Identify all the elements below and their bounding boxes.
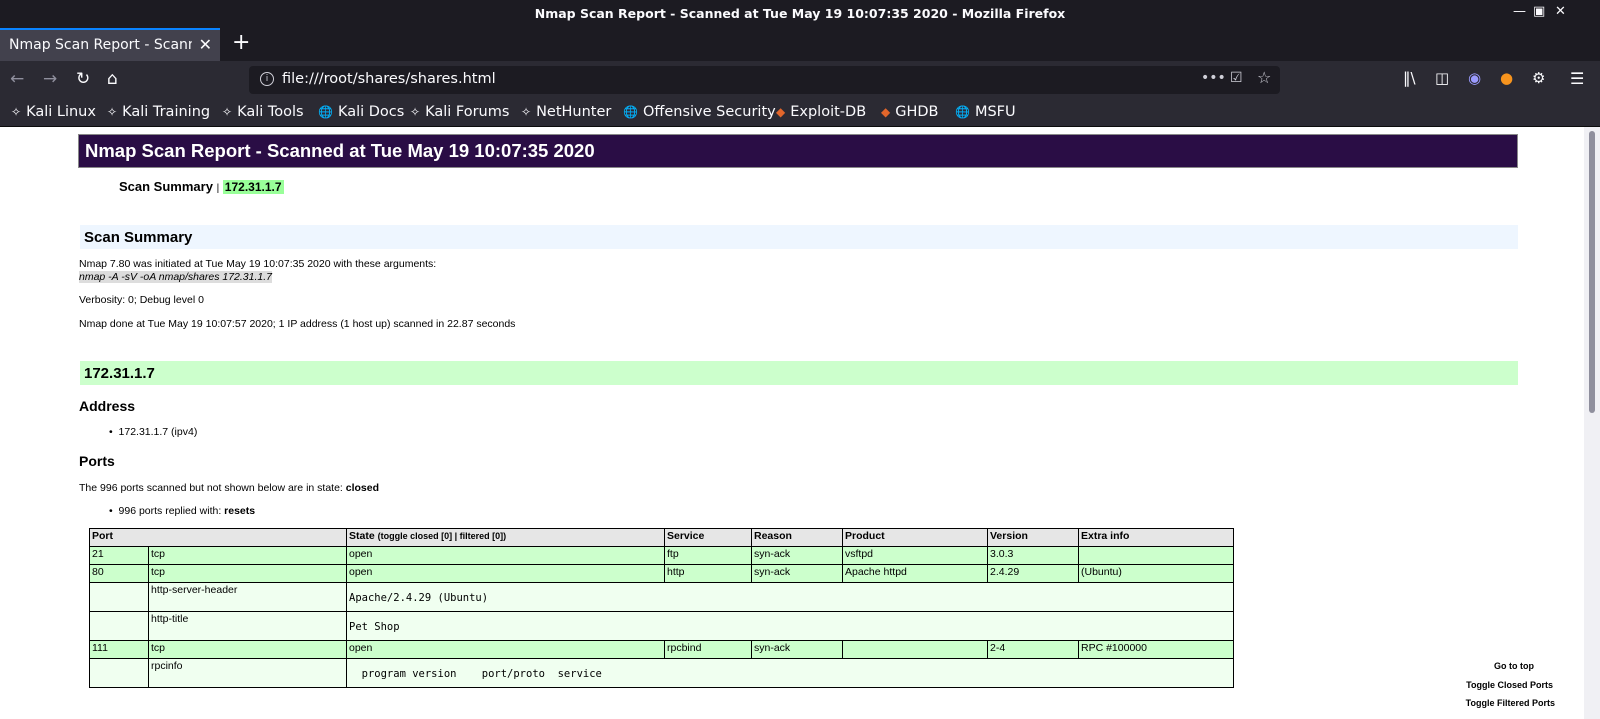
globe-icon: 🌐 — [318, 105, 333, 119]
script-row: http-title Pet Shop — [89, 611, 1234, 641]
page-content: Nmap Scan Report - Scanned at Tue May 19… — [0, 127, 1584, 719]
table-row: 111 tcp open rpcbind syn-ack 2-4 RPC #10… — [89, 640, 1234, 659]
close-tab-icon[interactable]: ✕ — [199, 35, 212, 54]
window-title: Nmap Scan Report - Scanned at Tue May 19… — [534, 6, 1066, 21]
address-heading: Address — [79, 398, 136, 414]
minimize-icon[interactable]: — — [1513, 4, 1526, 19]
summary-nav: Scan Summary | 172.31.1.7 — [119, 179, 284, 194]
scan-summary-link[interactable]: Scan Summary — [119, 179, 213, 194]
tab-label: Nmap Scan Report - Scanned at Tue May 19… — [9, 37, 192, 53]
address-item: • 172.31.1.7 (ipv4) — [109, 426, 198, 438]
host-title: 172.31.1.7 — [80, 361, 1518, 385]
forward-icon[interactable]: → — [43, 69, 57, 89]
script-row: http-server-header Apache/2.4.29 (Ubuntu… — [89, 582, 1234, 612]
kali-dragon-icon: ✧ — [107, 105, 118, 119]
toggle-filtered-ports-link[interactable]: Toggle Filtered Ports — [1405, 698, 1555, 708]
bookmark-msfu[interactable]: 🌐 MSFU — [955, 104, 1016, 120]
reload-icon[interactable]: ↻ — [76, 69, 90, 89]
bookmark-star-icon[interactable]: ☆ — [1257, 68, 1271, 87]
bookmarks-toolbar: ✧ Kali Linux ✧ Kali Training ✧ Kali Tools 🌐… — [0, 100, 1600, 127]
close-window-icon[interactable]: ✕ — [1555, 4, 1566, 19]
bookmark-offensive-security[interactable]: 🌐 Offensive Security — [623, 104, 776, 120]
tab-strip: Nmap Scan Report - Scanned at Tue May 19… — [0, 28, 1600, 61]
menu-icon[interactable]: ☰ — [1570, 69, 1584, 88]
script-output: Pet Shop — [349, 621, 400, 633]
col-state: State (toggle closed [0] | filtered [0]) — [346, 528, 665, 547]
kali-dragon-icon: ✧ — [222, 105, 233, 119]
script-row: rpcinfo program version port/proto servi… — [89, 658, 1234, 688]
back-icon[interactable]: ← — [10, 69, 24, 89]
ports-heading: Ports — [79, 453, 115, 469]
kali-dragon-icon: ✧ — [410, 105, 421, 119]
scrollbar-thumb[interactable] — [1589, 131, 1595, 413]
state-toggle-links[interactable]: (toggle closed [0] | filtered [0]) — [378, 531, 507, 541]
summary-separator: | — [216, 183, 220, 194]
host-ip-link[interactable]: 172.31.1.7 — [222, 180, 284, 194]
col-service: Service — [664, 528, 752, 547]
url-bar[interactable]: i file:///root/shares/shares.html ••• ☑ … — [249, 66, 1280, 94]
col-reason: Reason — [751, 528, 843, 547]
table-row: 21 tcp open ftp syn-ack vsftpd 3.0.3 — [89, 546, 1234, 565]
bookmark-exploit-db[interactable]: ◆ Exploit-DB — [776, 104, 866, 120]
active-tab[interactable]: Nmap Scan Report - Scanned at Tue May 19… — [0, 28, 220, 61]
url-text[interactable]: file:///root/shares/shares.html — [282, 71, 496, 87]
bookmark-ghdb[interactable]: ◆ GHDB — [881, 104, 939, 120]
sidebar-icon[interactable]: ◫ — [1435, 69, 1449, 87]
new-tab-icon[interactable]: + — [232, 30, 250, 55]
toggle-closed-ports-link[interactable]: Toggle Closed Ports — [1403, 680, 1553, 690]
bookmark-nethunter[interactable]: ✧ NetHunter — [521, 104, 611, 120]
report-header: Nmap Scan Report - Scanned at Tue May 19… — [78, 134, 1518, 168]
table-header-row: Port State (toggle closed [0] | filtered… — [89, 528, 1234, 547]
navigation-toolbar: ← → ↻ ⌂ i file:///root/shares/shares.htm… — [0, 61, 1600, 100]
globe-icon: 🌐 — [955, 105, 970, 119]
scan-arguments: nmap -A -sV -oA nmap/shares 172.31.1.7 — [79, 271, 272, 283]
done-line: Nmap done at Tue May 19 10:07:57 2020; 1… — [79, 318, 516, 330]
page-scrollbar[interactable] — [1584, 127, 1600, 719]
site-info-icon[interactable]: i — [260, 72, 274, 86]
ports-reply-item: • 996 ports replied with: resets — [109, 505, 256, 517]
firefox-account-icon[interactable]: ● — [1500, 69, 1513, 87]
maximize-icon[interactable]: ▣ — [1533, 4, 1545, 19]
col-product: Product — [842, 528, 988, 547]
script-output: program version port/proto service — [349, 668, 602, 680]
bookmark-kali-forums[interactable]: ✧ Kali Forums — [410, 104, 509, 120]
kali-dragon-icon: ✧ — [521, 105, 532, 119]
pocket-icon[interactable]: ☑ — [1230, 70, 1243, 86]
bookmark-kali-tools[interactable]: ✧ Kali Tools — [222, 104, 304, 120]
exploitdb-icon: ◆ — [881, 105, 891, 119]
home-icon[interactable]: ⌂ — [107, 69, 118, 89]
bookmark-kali-docs[interactable]: 🌐 Kali Docs — [318, 104, 404, 120]
page-actions-icon[interactable]: ••• — [1201, 70, 1226, 86]
kali-dragon-icon: ✧ — [11, 105, 22, 119]
library-icon[interactable]: ‖\ — [1403, 69, 1416, 87]
col-extra: Extra info — [1078, 528, 1234, 547]
verbosity-line: Verbosity: 0; Debug level 0 — [79, 294, 204, 306]
window-titlebar: Nmap Scan Report - Scanned at Tue May 19… — [0, 0, 1600, 28]
table-row: 80 tcp open http syn-ack Apache httpd 2.… — [89, 564, 1234, 583]
scan-summary-title: Scan Summary — [80, 225, 1518, 249]
col-version: Version — [987, 528, 1079, 547]
bookmark-kali-training[interactable]: ✧ Kali Training — [107, 104, 210, 120]
globe-icon: 🌐 — [623, 105, 638, 119]
exploitdb-icon: ◆ — [776, 105, 786, 119]
cookie-icon[interactable]: ⚙ — [1532, 69, 1545, 87]
col-port: Port — [89, 528, 347, 547]
ports-table: Port State (toggle closed [0] | filtered… — [89, 528, 1234, 688]
script-output: Apache/2.4.29 (Ubuntu) — [349, 592, 489, 604]
go-to-top-link[interactable]: Go to top — [1384, 661, 1534, 671]
ports-state-line: The 996 ports scanned but not shown belo… — [79, 482, 380, 494]
extension-icon[interactable]: ◉ — [1468, 69, 1481, 87]
initiated-line: Nmap 7.80 was initiated at Tue May 19 10… — [79, 258, 437, 270]
bookmark-kali-linux[interactable]: ✧ Kali Linux — [11, 104, 96, 120]
